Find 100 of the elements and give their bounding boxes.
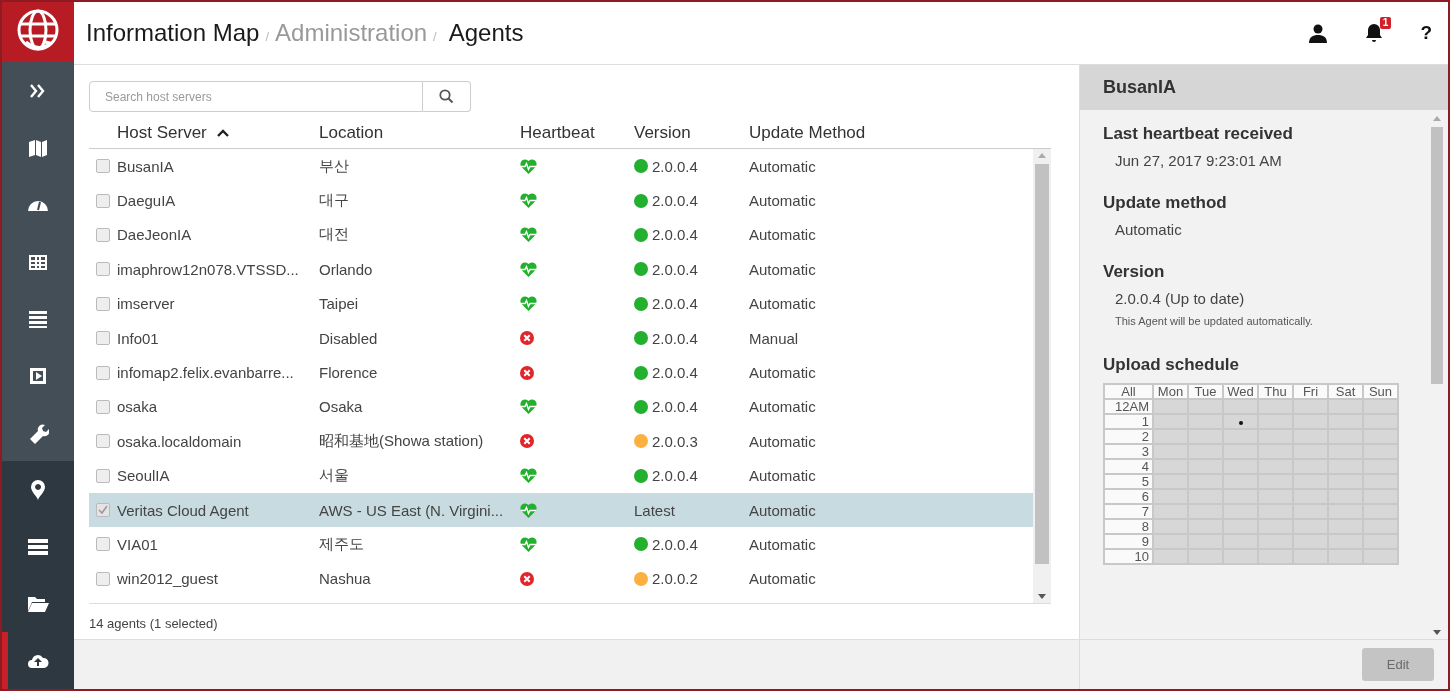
host-name: infomap2.felix.evanbarre... xyxy=(117,364,294,382)
version-text: 2.0.0.4 xyxy=(652,329,698,347)
version-text: 2.0.0.4 xyxy=(652,364,698,382)
update-method-text: Automatic xyxy=(749,398,816,416)
column-header[interactable]: Host Server xyxy=(117,123,229,143)
table-row[interactable]: imaphrow12n078.VTSSD... Orlando 2.0.0.4 Automatic xyxy=(89,252,1033,287)
schedule-mark-icon xyxy=(1238,420,1243,425)
schedule-day[interactable]: Wed xyxy=(1223,384,1258,399)
selected-table-row[interactable]: Veritas Cloud Agent AWS - US East (N. Virgini... Latest Automatic xyxy=(89,492,1033,528)
row-checkbox[interactable] xyxy=(96,227,110,242)
table-row[interactable]: Info01 Disabled 2.0.0.4 Manual xyxy=(89,320,1033,356)
location-text: Osaka xyxy=(319,398,363,416)
column-header[interactable]: Heartbeat xyxy=(520,123,595,143)
section-note: This Agent will be updated automatically. xyxy=(1115,315,1314,327)
help-button[interactable]: ? xyxy=(1420,22,1432,44)
update-method-text: Automatic xyxy=(749,260,816,278)
row-checkbox[interactable] xyxy=(96,434,110,449)
row-checkbox[interactable] xyxy=(96,262,110,277)
host-name: DaeguIA xyxy=(117,192,176,210)
version-text: 2.0.0.4 xyxy=(652,192,698,210)
version-text: 2.0.0.4 xyxy=(652,536,698,553)
column-header[interactable]: Version xyxy=(634,123,691,143)
version-text: 2.0.0.4 xyxy=(652,398,698,416)
table-row[interactable]: osaka.localdomain 昭和基地(Showa station) 2.0.0.3 Automatic xyxy=(89,424,1033,459)
update-method-text: Automatic xyxy=(749,432,816,450)
scroll-up-icon[interactable] xyxy=(1038,153,1046,158)
column-header[interactable]: Update Method xyxy=(749,123,866,143)
location-text: AWS - US East (N. Virgini... xyxy=(319,501,504,519)
search-button[interactable] xyxy=(423,81,471,112)
update-method-text: Automatic xyxy=(749,536,816,553)
details-title: BusanIA xyxy=(1103,77,1176,98)
table-row[interactable]: win2012_guest Nashua 2.0.0.2 Automatic xyxy=(89,561,1033,597)
row-checkbox[interactable] xyxy=(96,571,110,586)
host-name: Veritas Cloud Agent xyxy=(117,501,249,519)
schedule-corner[interactable]: All xyxy=(1104,384,1153,399)
section-heading: Update method xyxy=(1103,193,1228,213)
scroll-down-icon[interactable] xyxy=(1038,594,1046,599)
row-checkbox[interactable] xyxy=(96,537,110,552)
table-row[interactable]: SeoulIA 서울 2.0.0.4 Automatic xyxy=(89,458,1033,493)
location-text: Taipei xyxy=(319,295,359,313)
row-checkbox[interactable] xyxy=(96,365,110,380)
location-text: 제주도 xyxy=(319,535,364,552)
version-text: 2.0.0.4 xyxy=(652,226,698,244)
section-heading: Version xyxy=(1103,262,1166,282)
update-method-text: Manual xyxy=(749,329,799,347)
scrollbar-thumb[interactable] xyxy=(1431,127,1443,384)
table-row[interactable]: infomap2.felix.evanbarre... Florence 2.0.0.4 Automatic xyxy=(89,355,1033,390)
sort-caret-icon xyxy=(216,129,229,137)
row-checkbox[interactable] xyxy=(96,331,110,346)
version-text: 2.0.0.2 xyxy=(652,570,698,588)
table-row[interactable]: DaeJeonIA 대전 2.0.0.4 Automatic xyxy=(89,217,1033,253)
version-text: 2.0.0.4 xyxy=(652,467,698,485)
location-text: Florence xyxy=(319,364,378,382)
update-method-text: Automatic xyxy=(749,467,816,485)
schedule-day[interactable]: Mon xyxy=(1153,384,1188,399)
breadcrumb-separator: / xyxy=(433,29,437,44)
host-name: win2012_guest xyxy=(117,570,218,588)
table-row[interactable]: osaka Osaka 2.0.0.4 Automatic xyxy=(89,389,1033,425)
row-checkbox[interactable] xyxy=(96,159,110,174)
column-header[interactable]: Location xyxy=(319,123,384,143)
row-checkbox[interactable] xyxy=(96,296,110,311)
table-row[interactable]: imserver Taipei 2.0.0.4 Automatic xyxy=(89,286,1033,321)
host-name: SeoulIA xyxy=(117,467,170,485)
search-icon xyxy=(439,89,454,104)
schedule-day[interactable]: Fri xyxy=(1293,384,1328,399)
table-row[interactable]: DaeguIA 대구 2.0.0.4 Automatic xyxy=(89,183,1033,218)
schedule-day[interactable]: Sun xyxy=(1363,384,1398,399)
schedule-day[interactable]: Thu xyxy=(1258,384,1293,399)
section-value: 2.0.0.4 (Up to date) xyxy=(1115,290,1246,307)
scroll-down-icon[interactable] xyxy=(1433,630,1441,635)
row-checkbox[interactable] xyxy=(96,193,110,208)
location-text: 대구 xyxy=(319,191,349,209)
location-text: 서울 xyxy=(319,466,349,484)
host-name: Info01 xyxy=(117,329,159,347)
table-row[interactable]: VIA01 제주도 2.0.0.4 Automatic xyxy=(89,527,1033,562)
check-icon xyxy=(98,505,108,516)
row-checkbox[interactable] xyxy=(96,503,110,518)
scrollbar[interactable] xyxy=(1033,149,1051,603)
host-name: imserver xyxy=(117,295,175,313)
schedule-day[interactable]: Tue xyxy=(1188,384,1223,399)
location-text: 대전 xyxy=(319,225,349,243)
user-icon[interactable] xyxy=(1308,23,1329,43)
notification-badge: 1 xyxy=(1379,17,1392,29)
search-field[interactable]: Search host servers xyxy=(89,81,423,112)
host-name: osaka.localdomain xyxy=(117,432,242,450)
upload-schedule-grid[interactable]: All Mon Tue Wed Thu Fri Sat Sun 12AM 1 2 3 4 5 6 7 8 9 10 xyxy=(1103,383,1399,565)
scrollbar-thumb[interactable] xyxy=(1035,164,1049,564)
version-text: 2.0.0.3 xyxy=(652,432,698,450)
row-checkbox[interactable] xyxy=(96,468,110,483)
version-text: 2.0.0.4 xyxy=(652,157,698,175)
row-checkbox[interactable] xyxy=(96,399,110,414)
update-method-text: Automatic xyxy=(749,226,816,244)
version-text: 2.0.0.4 xyxy=(652,260,698,278)
update-method-text: Automatic xyxy=(749,295,816,313)
table-row[interactable]: BusanIA 부산 2.0.0.4 Automatic xyxy=(89,149,1033,184)
bell-icon[interactable] xyxy=(1364,23,1385,43)
update-method-text: Automatic xyxy=(749,192,816,210)
app-title: Information Map xyxy=(86,19,260,47)
schedule-day[interactable]: Sat xyxy=(1328,384,1363,399)
scroll-up-icon[interactable] xyxy=(1433,116,1441,121)
